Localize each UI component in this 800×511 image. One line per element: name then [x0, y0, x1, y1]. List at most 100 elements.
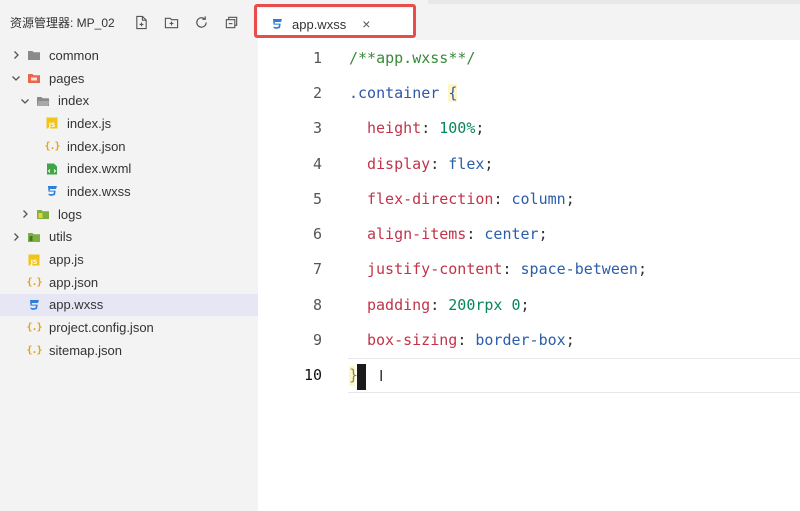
- code-line: 3 height: 100%;: [258, 111, 800, 146]
- code-line: 2 .container {: [258, 75, 800, 110]
- tree-item-label: common: [49, 47, 99, 63]
- folder-icon: [27, 48, 41, 62]
- tab-app-wxss[interactable]: app.wxss ×: [254, 4, 416, 40]
- editor-tab-bar: app.wxss ×: [254, 0, 800, 40]
- tree-item-index-json[interactable]: {.} index.json: [0, 135, 258, 158]
- line-number: 7: [312, 260, 322, 279]
- code-line: 4 display: flex;: [258, 146, 800, 181]
- chevron-down-icon: [10, 72, 22, 84]
- css-property: align-items: [367, 225, 467, 244]
- tree-item-index-wxss[interactable]: index.wxss: [0, 180, 258, 203]
- css-property: display: [367, 154, 431, 173]
- css-value: 100%: [439, 119, 476, 138]
- tree-item-app-wxss[interactable]: app.wxss: [0, 293, 258, 317]
- code-editor: app.wxss × 1 /**app.wxss**/ 2 .container…: [254, 0, 800, 511]
- tree-item-index-wxml[interactable]: index.wxml: [0, 157, 258, 180]
- file-tree: common pages index JS index.js {.} index…: [0, 44, 258, 362]
- line-number: 8: [312, 295, 322, 314]
- line-number: 3: [312, 119, 322, 138]
- tree-item-label: index.wxml: [67, 161, 132, 177]
- json-file-icon: {.}: [26, 322, 42, 334]
- tree-item-pages[interactable]: pages: [0, 67, 258, 90]
- line-number: 2: [312, 83, 322, 102]
- chevron-right-icon: [10, 49, 22, 61]
- tree-item-label: sitemap.json: [49, 342, 122, 358]
- tree-item-label: project.config.json: [49, 320, 154, 336]
- line-number: 9: [312, 331, 322, 350]
- collapse-all-button[interactable]: [221, 11, 243, 33]
- css-selector: .container: [349, 83, 440, 102]
- chevron-down-icon: [19, 95, 31, 107]
- explorer-header: 资源管理器: MP_02: [0, 0, 258, 44]
- code-area[interactable]: 1 /**app.wxss**/ 2 .container { 3 height…: [258, 40, 800, 393]
- tab-label: app.wxss: [292, 16, 347, 32]
- new-folder-button[interactable]: [161, 11, 183, 33]
- css-value: 200rpx 0: [448, 295, 521, 314]
- css-value: column: [511, 189, 566, 208]
- refresh-button[interactable]: [191, 11, 213, 33]
- line-number: 1: [312, 48, 322, 67]
- svg-text:JS: JS: [48, 122, 56, 129]
- js-file-icon: JS: [45, 116, 59, 130]
- tree-item-label: index.wxss: [67, 183, 131, 199]
- folder-open-icon: [36, 94, 50, 108]
- line-number: 6: [312, 225, 322, 244]
- line-number: 10: [303, 366, 322, 385]
- tree-item-sitemap-json[interactable]: {.} sitemap.json: [0, 339, 258, 362]
- tree-item-common[interactable]: common: [0, 44, 258, 67]
- chevron-right-icon: [10, 231, 22, 243]
- close-tab-button[interactable]: ×: [362, 16, 370, 32]
- css-value: space-between: [520, 260, 638, 279]
- tree-item-utils[interactable]: utils: [0, 226, 258, 249]
- new-folder-icon: [165, 17, 179, 28]
- tree-item-label: index.js: [67, 115, 112, 131]
- line-number: 4: [312, 154, 322, 173]
- css-value: center: [484, 225, 539, 244]
- code-line: 5 flex-direction: column;: [258, 181, 800, 216]
- tree-item-label: index.json: [67, 138, 126, 154]
- css-property: justify-content: [367, 260, 503, 279]
- folder-icon: [27, 230, 41, 244]
- code-line: 7 justify-content: space-between;: [258, 252, 800, 287]
- code-comment: /**app.wxss**/: [349, 48, 476, 67]
- tree-item-index-js[interactable]: JS index.js: [0, 112, 258, 135]
- explorer-title: 资源管理器: MP_02: [10, 15, 115, 30]
- tree-item-label: index: [58, 93, 90, 109]
- tree-item-label: app.json: [49, 274, 99, 290]
- json-file-icon: {.}: [44, 140, 60, 152]
- tree-item-label: app.js: [49, 252, 84, 268]
- code-line: 8 padding: 200rpx 0;: [258, 287, 800, 322]
- tree-item-index-folder[interactable]: index: [0, 89, 258, 112]
- css-value: border-box: [475, 331, 566, 350]
- refresh-icon: [196, 15, 207, 28]
- css-property: box-sizing: [367, 331, 458, 350]
- code-line-current: 10 } I: [258, 357, 800, 393]
- code-line: 6 align-items: center;: [258, 216, 800, 251]
- css3-icon: [45, 184, 59, 198]
- js-file-icon: JS: [27, 253, 41, 267]
- explorer-sidebar: 资源管理器: MP_02 common pages index JS index…: [0, 0, 258, 511]
- wxml-file-icon: [45, 162, 59, 176]
- tree-item-label: app.wxss: [49, 297, 104, 313]
- css3-icon: [270, 17, 284, 31]
- tree-item-app-json[interactable]: {.} app.json: [0, 271, 258, 294]
- tree-item-label: logs: [58, 206, 82, 222]
- tree-item-app-js[interactable]: JS app.js: [0, 248, 258, 271]
- chevron-right-icon: [19, 208, 31, 220]
- new-file-icon: [136, 15, 147, 29]
- code-line: 9 box-sizing: border-box;: [258, 322, 800, 357]
- tree-item-label: pages: [49, 70, 85, 86]
- new-file-button[interactable]: [131, 11, 153, 33]
- svg-text:JS: JS: [30, 259, 38, 266]
- ibeam-cursor-icon: I: [379, 366, 384, 385]
- json-file-icon: {.}: [26, 344, 42, 356]
- tab-bar-strip: [428, 0, 800, 4]
- text-cursor: [357, 363, 366, 390]
- tree-item-logs[interactable]: logs: [0, 203, 258, 226]
- tree-item-project-config-json[interactable]: {.} project.config.json: [0, 316, 258, 339]
- tree-item-label: utils: [49, 229, 73, 245]
- css-property: padding: [367, 295, 431, 314]
- css-property: flex-direction: [367, 189, 494, 208]
- css3-icon: [27, 298, 41, 312]
- json-file-icon: {.}: [26, 276, 42, 288]
